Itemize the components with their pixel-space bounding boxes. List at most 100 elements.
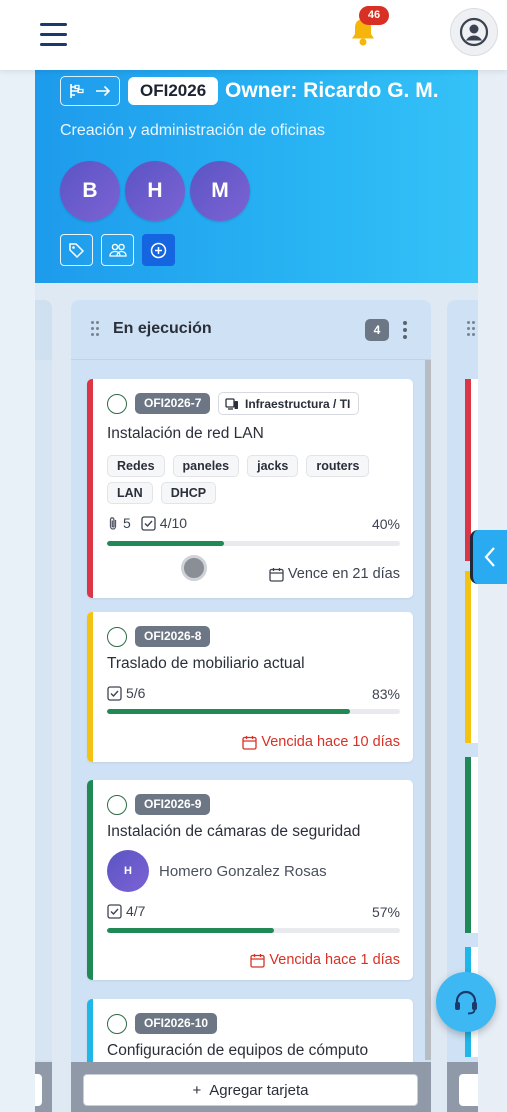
progress-percent: 40% (371, 516, 400, 532)
tag-icon (69, 242, 85, 258)
complete-checkbox[interactable] (107, 1014, 127, 1034)
due-date-label: Vencida hace 1 días (269, 952, 400, 968)
checkbox-icon (141, 515, 156, 531)
card-accent (87, 379, 93, 598)
top-bar: 46 (0, 0, 507, 70)
task-card[interactable]: OFI2026-7 Infraestructura / TI Instalaci… (87, 379, 413, 598)
card-accent (87, 780, 93, 980)
next-column-card[interactable] (465, 571, 478, 743)
devices-icon (225, 397, 238, 410)
previous-column (35, 300, 52, 1112)
calendar-icon (269, 567, 284, 582)
column-count-badge: 4 (365, 319, 389, 341)
board-actions (60, 234, 175, 266)
checkbox-icon (107, 685, 122, 701)
card-meta: 4/7 (107, 903, 145, 919)
arrow-right-icon (96, 85, 111, 97)
board-code-chip: OFI2026 (128, 77, 219, 105)
checklist-count: 4/7 (126, 903, 146, 919)
checklist-count: 4/10 (159, 515, 188, 531)
profile-button[interactable] (450, 8, 498, 56)
kanban-column: En ejecución 4 OFI2026-7 Infraestructura… (71, 300, 431, 1112)
plus-icon: + (192, 1081, 202, 1099)
member-avatar[interactable]: M (190, 161, 250, 221)
card-code-chip: OFI2026-10 (135, 1013, 218, 1034)
notification-count-badge: 46 (359, 6, 389, 25)
next-column-card[interactable] (465, 757, 478, 933)
tags-button[interactable] (60, 234, 93, 266)
board-subtitle: Creación y administración de oficinas (60, 122, 326, 139)
member-avatar[interactable]: H (125, 161, 185, 221)
board-right-gutter (478, 70, 507, 1112)
complete-checkbox[interactable] (107, 627, 127, 647)
progress-percent: 57% (371, 904, 400, 920)
card-accent (87, 612, 93, 762)
attachment-count: 5 (123, 515, 131, 531)
add-member-button[interactable] (142, 234, 175, 266)
kebab-menu-icon[interactable] (402, 321, 408, 339)
side-panel-toggle[interactable] (470, 530, 507, 584)
category-label: Infraestructura / TI (245, 396, 351, 411)
complete-checkbox[interactable] (107, 795, 127, 815)
next-column-add-card[interactable] (459, 1074, 478, 1106)
due-date: Vencida hace 1 días (250, 952, 400, 968)
drag-cursor-indicator (181, 555, 207, 581)
column-header: En ejecución 4 (71, 300, 431, 360)
assignee-avatar[interactable]: H (107, 850, 149, 892)
card-title: Instalación de red LAN (107, 425, 264, 442)
add-card-button[interactable]: + Agregar tarjeta (83, 1074, 418, 1106)
hierarchy-button[interactable] (60, 76, 120, 106)
plus-circle-icon (150, 242, 167, 258)
task-card[interactable]: OFI2026-8 Traslado de mobiliario actual … (87, 612, 413, 762)
card-title: Configuración de equipos de cómputo (107, 1042, 369, 1059)
due-date: Vencida hace 10 días (242, 734, 400, 750)
calendar-icon (242, 735, 257, 750)
card-tag: LAN (107, 482, 153, 504)
complete-checkbox[interactable] (107, 394, 127, 414)
next-column-footer (447, 1062, 478, 1112)
board-owner: Owner: Ricardo G. M. (225, 79, 439, 102)
board-left-gutter (0, 70, 35, 1112)
progress-bar (107, 709, 400, 714)
user-circle-icon (459, 17, 489, 47)
card-tags: Redes paneles jacks routers LAN DHCP (107, 455, 397, 504)
board-members: B H M (60, 161, 250, 221)
task-card[interactable]: OFI2026-9 Instalación de cámaras de segu… (87, 780, 413, 980)
card-code-chip: OFI2026-7 (135, 393, 211, 414)
checkbox-icon (107, 903, 122, 919)
hierarchy-icon (70, 84, 84, 98)
card-meta: 5/6 (107, 685, 145, 701)
due-date: Vence en 21 días (269, 566, 400, 582)
card-tag: DHCP (160, 482, 217, 504)
category-chip: Infraestructura / TI (218, 392, 360, 415)
hamburger-icon[interactable] (40, 23, 67, 47)
card-code-chip: OFI2026-9 (135, 794, 211, 815)
members-button[interactable] (101, 234, 134, 266)
help-button[interactable] (436, 972, 496, 1032)
add-card-label: Agregar tarjeta (209, 1081, 309, 1099)
card-tag: Redes (107, 455, 165, 477)
users-icon (108, 243, 127, 257)
column-footer: + Agregar tarjeta (71, 1062, 431, 1112)
card-tag: jacks (247, 455, 299, 477)
progress-percent: 83% (371, 686, 400, 702)
checklist-count: 5/6 (126, 685, 146, 701)
headset-icon (455, 990, 477, 1015)
progress-bar (107, 928, 400, 933)
drag-handle-icon[interactable] (91, 321, 99, 337)
chevron-left-icon (484, 547, 495, 567)
card-code-chip: OFI2026-8 (135, 626, 211, 647)
card-assignee: H Homero Gonzalez Rosas (107, 850, 327, 892)
member-avatar[interactable]: B (60, 161, 120, 221)
assignee-name: Homero Gonzalez Rosas (159, 862, 327, 880)
calendar-icon (250, 953, 266, 968)
progress-bar (107, 541, 400, 546)
drag-handle-icon[interactable] (467, 321, 475, 337)
card-title: Traslado de mobiliario actual (107, 655, 305, 672)
due-date-label: Vencida hace 10 días (261, 734, 400, 750)
column-scrollbar[interactable] (425, 360, 431, 1060)
previous-column-add-card[interactable] (35, 1074, 42, 1106)
card-title: Instalación de cámaras de seguridad (107, 823, 361, 840)
board-header: OFI2026 Owner: Ricardo G. M. Creación y … (35, 70, 478, 283)
paperclip-icon (109, 516, 117, 530)
